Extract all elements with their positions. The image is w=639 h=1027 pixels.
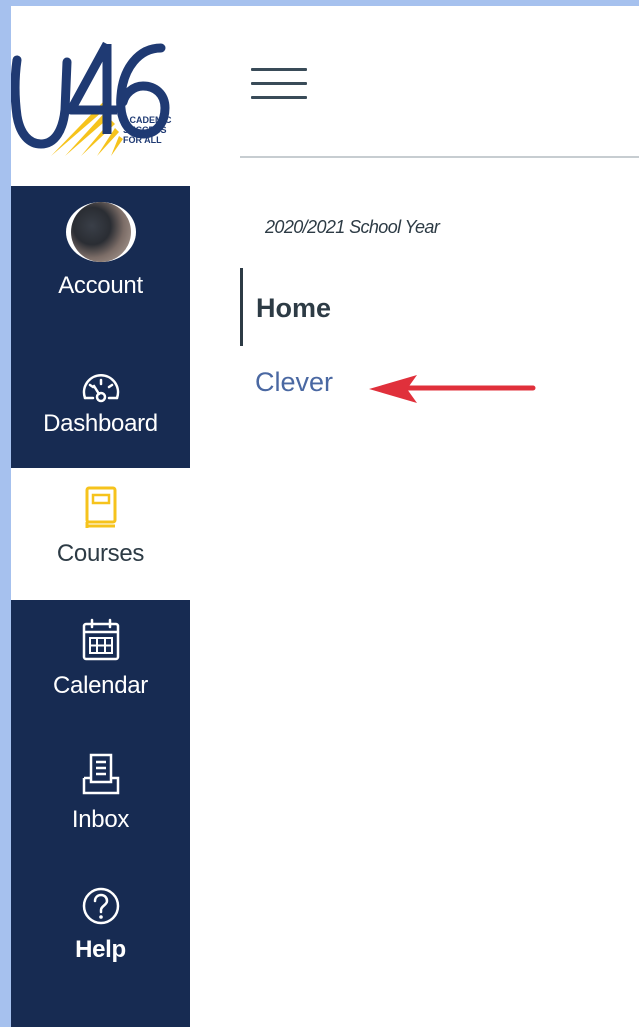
u46-logo-icon: ACADEMIC SUCCESS FOR ALL — [10, 41, 172, 156]
nav-label-account: Account — [58, 272, 143, 299]
course-nav-clever[interactable]: Clever — [255, 367, 333, 398]
nav-label-inbox: Inbox — [71, 806, 130, 833]
nav-item-inbox[interactable]: Inbox — [11, 732, 190, 864]
nav-label-dashboard: Dashboard — [43, 410, 158, 437]
global-navigation: ACADEMIC SUCCESS FOR ALL Account Dashboa… — [10, 6, 190, 1027]
nav-item-dashboard[interactable]: Dashboard — [11, 300, 190, 468]
district-logo[interactable]: ACADEMIC SUCCESS FOR ALL — [10, 6, 190, 186]
calendar-icon — [81, 618, 121, 662]
inbox-icon — [81, 752, 121, 796]
nav-item-help[interactable]: Help — [11, 864, 190, 1027]
nav-item-calendar[interactable]: Calendar — [11, 600, 190, 732]
header-divider — [240, 156, 639, 158]
course-nav-home[interactable]: Home — [256, 293, 331, 324]
hamburger-menu-icon[interactable] — [251, 68, 307, 108]
dashboard-gauge-icon — [79, 368, 123, 404]
nav-item-account[interactable]: Account — [11, 186, 190, 300]
active-indicator — [240, 268, 243, 346]
logo-tagline-1: ACADEMIC — [123, 115, 172, 125]
logo-tagline-3: FOR ALL — [123, 135, 162, 145]
courses-book-icon — [83, 486, 119, 530]
avatar — [65, 202, 136, 262]
help-question-icon — [81, 886, 121, 926]
nav-item-courses[interactable]: Courses — [11, 468, 190, 600]
nav-label-courses: Courses — [56, 540, 145, 567]
red-arrow-annotation — [369, 375, 536, 403]
nav-label-help: Help — [75, 936, 126, 963]
nav-label-calendar: Calendar — [53, 672, 148, 699]
logo-tagline-2: SUCCESS — [123, 125, 167, 135]
term-label: 2020/2021 School Year — [265, 217, 440, 237]
canvas-window: ACADEMIC SUCCESS FOR ALL Account Dashboa… — [10, 6, 639, 1027]
